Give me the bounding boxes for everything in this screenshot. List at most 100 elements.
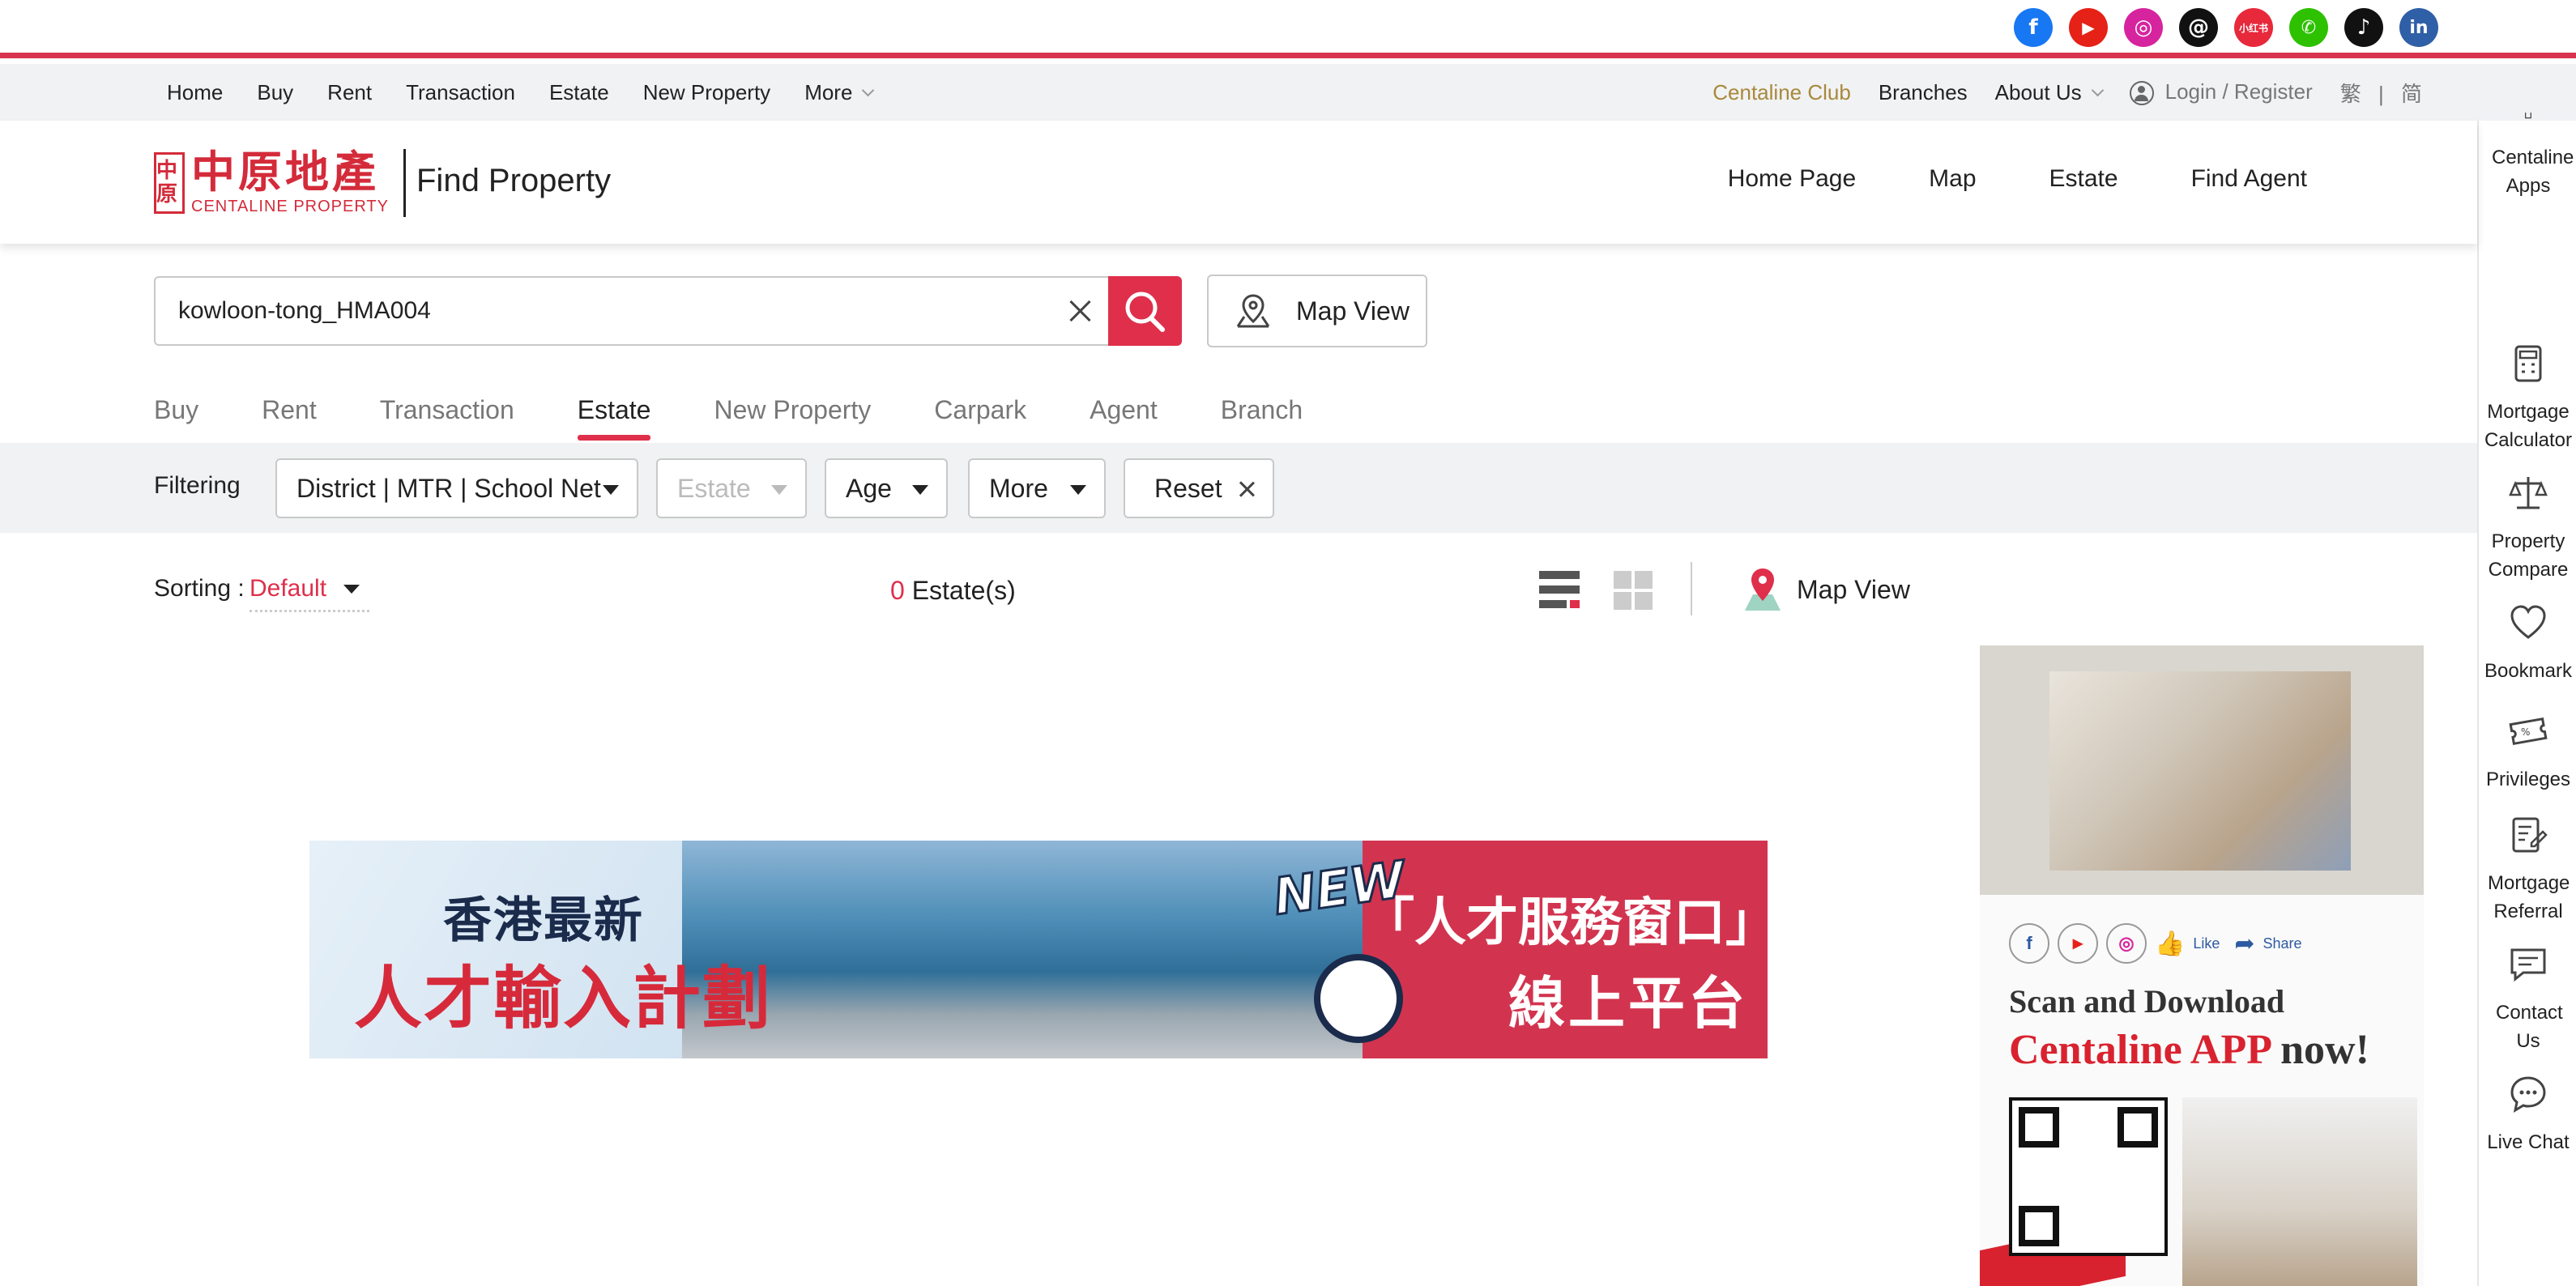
site-header: 中原 中原地產 CENTALINE PROPERTY Find Property… bbox=[0, 121, 2477, 244]
tab-carpark[interactable]: Carpark bbox=[934, 395, 1026, 436]
results-map-view-button[interactable]: Map View bbox=[1742, 567, 1910, 612]
sorting-value: Default bbox=[249, 575, 327, 602]
caret-down-icon bbox=[603, 485, 619, 495]
user-icon bbox=[2129, 81, 2154, 106]
scale-icon bbox=[2509, 477, 2548, 509]
svg-text:%: % bbox=[2521, 726, 2530, 738]
top-nav-estate[interactable]: Estate bbox=[549, 80, 609, 105]
estate-dropdown: Estate bbox=[656, 458, 807, 518]
clear-icon[interactable] bbox=[1066, 297, 1094, 325]
app-promo-ad[interactable]: f ▶ ◎ 👍 Like ➦ Share Scan and Download C… bbox=[1980, 645, 2424, 1286]
login-register-link[interactable]: Login / Register bbox=[2129, 79, 2313, 106]
lang-traditional[interactable]: 繁 bbox=[2340, 82, 2361, 106]
heart-icon bbox=[2510, 605, 2546, 639]
grid-view-icon[interactable] bbox=[1614, 569, 1654, 610]
sidebar-item-label: Mortgage Calculator bbox=[2484, 401, 2573, 451]
results-map-view-label: Map View bbox=[1797, 574, 1910, 604]
map-view-label: Map View bbox=[1296, 296, 1410, 326]
branches-link[interactable]: Branches bbox=[1879, 80, 1968, 105]
nav-home-page[interactable]: Home Page bbox=[1728, 165, 1856, 193]
district-label: District | MTR | School Net bbox=[296, 473, 601, 503]
about-us-label: About Us bbox=[1994, 79, 2082, 104]
instagram-icon[interactable]: ◎ bbox=[2124, 8, 2163, 47]
ad-video[interactable] bbox=[1980, 645, 2424, 895]
sidebar-item-label: Property Compare bbox=[2488, 530, 2569, 581]
threads-icon[interactable]: @ bbox=[2179, 8, 2218, 47]
linkedin-icon[interactable]: in bbox=[2399, 8, 2438, 47]
sidebar-item-property-compare[interactable]: Property Compare bbox=[2479, 474, 2576, 584]
tab-rent[interactable]: Rent bbox=[262, 395, 317, 436]
social-icons: f ▶ ◎ @ 小红书 ✆ ♪ in bbox=[2014, 8, 2438, 47]
phone-icon bbox=[2525, 113, 2531, 119]
chevron-down-icon bbox=[2091, 83, 2104, 96]
result-count: 0 Estate(s) bbox=[890, 576, 1016, 606]
estate-label: Estate bbox=[677, 473, 751, 503]
main-nav: Home Page Map Estate Find Agent bbox=[1728, 165, 2307, 193]
logo-english: CENTALINE PROPERTY bbox=[191, 197, 389, 215]
wechat-icon[interactable]: ✆ bbox=[2289, 8, 2328, 47]
centaline-club-link[interactable]: Centaline Club bbox=[1712, 80, 1851, 105]
tab-buy[interactable]: Buy bbox=[154, 395, 198, 436]
top-nav-new-property[interactable]: New Property bbox=[643, 80, 771, 105]
list-view-icon[interactable] bbox=[1539, 569, 1580, 610]
right-sidebar: Centaline Apps Mortgage Calculator Prope… bbox=[2477, 113, 2576, 1286]
more-dropdown[interactable]: More bbox=[968, 458, 1106, 518]
promo-banner[interactable]: 香港最新 人才輸入計劃 NEW 「人才服務窗口」 線上平台 bbox=[309, 841, 1768, 1058]
age-dropdown[interactable]: Age bbox=[825, 458, 948, 518]
tab-transaction[interactable]: Transaction bbox=[380, 395, 514, 436]
age-label: Age bbox=[846, 473, 892, 503]
ad-share-label: Share bbox=[2263, 935, 2302, 952]
top-nav-more[interactable]: More bbox=[804, 80, 875, 105]
about-us-menu[interactable]: About Us bbox=[1994, 79, 2104, 105]
nav-find-agent[interactable]: Find Agent bbox=[2191, 165, 2307, 193]
sidebar-item-label: Live Chat bbox=[2487, 1131, 2570, 1153]
top-nav-home[interactable]: Home bbox=[167, 80, 223, 105]
ad-like-label: Like bbox=[2193, 935, 2220, 952]
sidebar-item-centaline-apps[interactable]: Centaline Apps bbox=[2479, 113, 2576, 200]
ad-headline-2-rest: now! bbox=[2270, 1027, 2369, 1073]
message-icon bbox=[2510, 948, 2546, 982]
sidebar-item-contact-us[interactable]: Contact Us bbox=[2479, 945, 2576, 1055]
district-dropdown[interactable]: District | MTR | School Net bbox=[275, 458, 638, 518]
document-edit-icon bbox=[2512, 817, 2548, 853]
map-view-button[interactable]: Map View bbox=[1207, 275, 1427, 347]
centaline-logo[interactable]: 中原 中原地產 CENTALINE PROPERTY bbox=[154, 149, 406, 217]
top-nav-transaction[interactable]: Transaction bbox=[406, 80, 515, 105]
sidebar-item-label: Contact Us bbox=[2496, 1002, 2563, 1052]
banner-city-image bbox=[682, 841, 1363, 1058]
xiaohongshu-icon[interactable]: 小红书 bbox=[2234, 8, 2273, 47]
logo-divider bbox=[403, 149, 406, 217]
person-icon bbox=[1314, 954, 1403, 1043]
sidebar-item-live-chat[interactable]: Live Chat bbox=[2479, 1075, 2576, 1156]
sidebar-item-mortgage-referral[interactable]: Mortgage Referral bbox=[2479, 815, 2576, 926]
result-count-label: Estate(s) bbox=[911, 576, 1016, 605]
search-button[interactable] bbox=[1108, 276, 1182, 346]
sorting-label: Sorting : bbox=[154, 575, 245, 602]
top-nav: Home Buy Rent Transaction Estate New Pro… bbox=[0, 64, 2576, 121]
more-label: More bbox=[989, 473, 1048, 503]
tiktok-icon[interactable]: ♪ bbox=[2344, 8, 2383, 47]
tab-new-property[interactable]: New Property bbox=[714, 395, 871, 436]
top-nav-buy[interactable]: Buy bbox=[257, 80, 293, 105]
top-nav-rent[interactable]: Rent bbox=[327, 80, 372, 105]
youtube-icon[interactable]: ▶ bbox=[2069, 8, 2108, 47]
facebook-icon[interactable]: f bbox=[2014, 8, 2053, 47]
sidebar-item-label: Privileges bbox=[2485, 769, 2571, 790]
sorting-dropdown[interactable]: Default bbox=[249, 570, 369, 612]
facebook-icon: f bbox=[2009, 923, 2049, 964]
caret-down-icon bbox=[343, 585, 360, 594]
reset-button[interactable]: Reset bbox=[1124, 458, 1274, 518]
sidebar-item-bookmark[interactable]: Bookmark bbox=[2479, 603, 2576, 685]
tab-agent[interactable]: Agent bbox=[1090, 395, 1158, 436]
lang-simplified[interactable]: 简 bbox=[2401, 82, 2422, 106]
share-icon: ➦ bbox=[2234, 930, 2255, 957]
search-input[interactable] bbox=[178, 278, 988, 344]
sidebar-item-label: Centaline Apps bbox=[2492, 147, 2574, 197]
nav-estate[interactable]: Estate bbox=[2049, 165, 2118, 193]
sidebar-item-privileges[interactable]: % Privileges bbox=[2479, 712, 2576, 794]
nav-map[interactable]: Map bbox=[1929, 165, 1976, 193]
tab-estate[interactable]: Estate bbox=[577, 395, 650, 441]
logo-chinese: 中原地產 bbox=[191, 146, 379, 198]
sidebar-item-mortgage-calculator[interactable]: Mortgage Calculator bbox=[2479, 344, 2576, 454]
tab-branch[interactable]: Branch bbox=[1221, 395, 1303, 436]
